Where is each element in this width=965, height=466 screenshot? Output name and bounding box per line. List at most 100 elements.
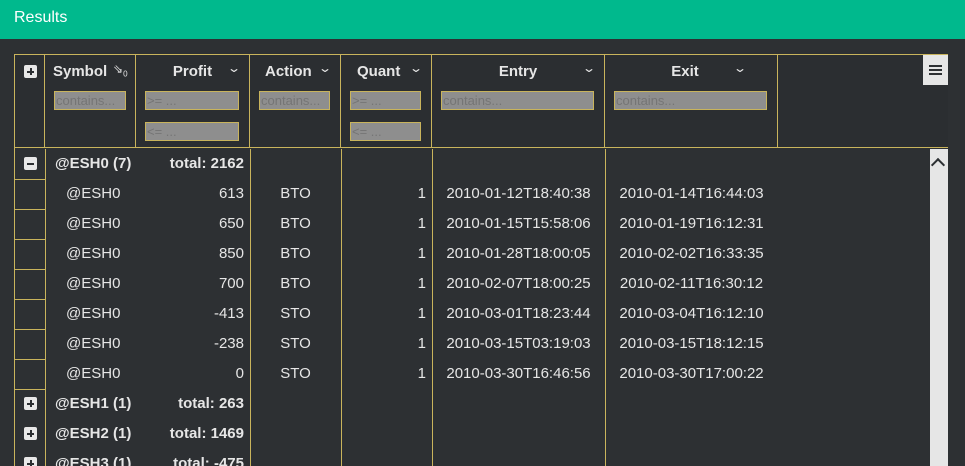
profit-min-filter-input[interactable] — [145, 91, 239, 110]
table-row[interactable]: @ESH0 -413 STO 1 2010-03-01T18:23:44 201… — [15, 299, 778, 329]
column-menu-button[interactable] — [923, 55, 948, 85]
quant-cell: 1 — [417, 215, 426, 232]
quant-min-filter-input[interactable] — [350, 91, 421, 110]
expand-group-icon[interactable] — [24, 397, 37, 410]
column-divider — [605, 149, 606, 466]
chevron-down-icon[interactable]: ⌄ — [409, 61, 423, 75]
action-cell: BTO — [280, 275, 311, 292]
symbol-filter-input[interactable] — [54, 91, 126, 110]
entry-cell: 2010-03-15T03:19:03 — [446, 335, 591, 352]
column-divider — [45, 149, 46, 466]
results-grid: Symbol ⇘0 Profit ⌄ Action ⌄ Quant ⌄ Entr… — [14, 54, 948, 466]
profit-cell: 613 — [218, 185, 244, 202]
column-label-entry[interactable]: Entry — [432, 63, 604, 80]
expand-all-icon[interactable] — [24, 65, 37, 78]
group-total: total: 2162 — [169, 155, 244, 172]
symbol-cell: @ESH0 — [66, 305, 121, 322]
column-header-exit[interactable]: Exit ⌄ — [605, 55, 778, 147]
symbol-cell: @ESH0 — [66, 185, 121, 202]
symbol-cell: @ESH0 — [66, 215, 121, 232]
table-row[interactable]: @ESH0 700 BTO 1 2010-02-07T18:00:25 2010… — [15, 269, 778, 299]
entry-cell: 2010-03-01T18:23:44 — [446, 305, 591, 322]
quant-cell: 1 — [417, 305, 426, 322]
group-row[interactable]: @ESH2 (1) total: 1469 — [15, 419, 778, 449]
collapse-group-icon[interactable] — [24, 157, 37, 170]
entry-cell: 2010-02-07T18:00:25 — [446, 275, 591, 292]
action-filter-input[interactable] — [259, 91, 330, 110]
entry-filter-input[interactable] — [441, 91, 594, 110]
quant-cell: 1 — [417, 245, 426, 262]
action-cell: BTO — [280, 185, 311, 202]
action-cell: STO — [280, 365, 311, 382]
column-divider — [341, 149, 342, 466]
exit-cell: 2010-03-04T16:12:10 — [619, 305, 764, 322]
column-header-profit[interactable]: Profit ⌄ — [136, 55, 250, 147]
group-row[interactable]: @ESH3 (1) total: -475 — [15, 449, 778, 466]
exit-filter-input[interactable] — [614, 91, 767, 110]
exit-cell: 2010-01-14T16:44:03 — [619, 185, 764, 202]
entry-cell: 2010-03-30T16:46:56 — [446, 365, 591, 382]
symbol-cell: @ESH0 — [66, 335, 121, 352]
profit-cell: 650 — [218, 215, 244, 232]
column-header-quant[interactable]: Quant ⌄ — [341, 55, 432, 147]
group-total: total: -475 — [173, 455, 244, 466]
table-row[interactable]: @ESH0 -238 STO 1 2010-03-15T03:19:03 201… — [15, 329, 778, 359]
profit-max-filter-input[interactable] — [145, 122, 239, 141]
exit-cell: 2010-03-15T18:12:15 — [619, 335, 764, 352]
vertical-scrollbar[interactable] — [930, 149, 948, 466]
scroll-up-icon[interactable] — [930, 157, 946, 173]
action-cell: STO — [280, 305, 311, 322]
sort-indicator-icon[interactable]: ⇘0 — [113, 62, 128, 78]
entry-cell: 2010-01-12T18:40:38 — [446, 185, 591, 202]
entry-cell: 2010-01-15T15:58:06 — [446, 215, 591, 232]
profit-cell: 850 — [218, 245, 244, 262]
profit-cell: -413 — [213, 305, 244, 322]
quant-max-filter-input[interactable] — [350, 122, 421, 141]
group-label: @ESH2 (1) — [55, 425, 132, 442]
quant-cell: 1 — [417, 365, 426, 382]
column-divider — [432, 149, 433, 466]
grid-body: @ESH0 (7) total: 2162 @ESH0 613 BTO 1 20… — [15, 149, 948, 466]
chevron-down-icon[interactable]: ⌄ — [318, 61, 332, 75]
table-row[interactable]: @ESH0 613 BTO 1 2010-01-12T18:40:38 2010… — [15, 179, 778, 209]
exit-cell: 2010-02-11T16:30:12 — [619, 275, 764, 292]
group-row[interactable]: @ESH0 (7) total: 2162 — [15, 149, 778, 179]
expand-group-icon[interactable] — [24, 457, 37, 466]
body-filler — [778, 149, 930, 466]
group-total: total: 1469 — [169, 425, 244, 442]
column-divider — [250, 149, 251, 466]
entry-cell: 2010-01-28T18:00:05 — [446, 245, 591, 262]
profit-cell: 0 — [235, 365, 244, 382]
action-cell: STO — [280, 335, 311, 352]
column-header-entry[interactable]: Entry ⌄ — [432, 55, 605, 147]
symbol-cell: @ESH0 — [66, 275, 121, 292]
profit-cell: -238 — [213, 335, 244, 352]
window-title: Results — [14, 9, 68, 26]
quant-cell: 1 — [417, 275, 426, 292]
action-cell: BTO — [280, 245, 311, 262]
column-header-action[interactable]: Action ⌄ — [250, 55, 341, 147]
table-row[interactable]: @ESH0 850 BTO 1 2010-01-28T18:00:05 2010… — [15, 239, 778, 269]
grid-header: Symbol ⇘0 Profit ⌄ Action ⌄ Quant ⌄ Entr… — [15, 55, 948, 148]
symbol-cell: @ESH0 — [66, 245, 121, 262]
chevron-down-icon[interactable]: ⌄ — [582, 61, 596, 75]
chevron-down-icon[interactable]: ⌄ — [733, 61, 747, 75]
chevron-down-icon[interactable]: ⌄ — [227, 61, 241, 75]
exit-cell: 2010-01-19T16:12:31 — [619, 215, 764, 232]
group-label: @ESH1 (1) — [55, 395, 132, 412]
group-total: total: 263 — [178, 395, 244, 412]
column-header-symbol[interactable]: Symbol ⇘0 — [45, 55, 136, 147]
table-row[interactable]: @ESH0 0 STO 1 2010-03-30T16:46:56 2010-0… — [15, 359, 778, 389]
table-row[interactable]: @ESH0 650 BTO 1 2010-01-15T15:58:06 2010… — [15, 209, 778, 239]
quant-cell: 1 — [417, 185, 426, 202]
expand-group-icon[interactable] — [24, 427, 37, 440]
action-cell: BTO — [280, 215, 311, 232]
hamburger-icon[interactable] — [929, 65, 942, 67]
profit-cell: 700 — [218, 275, 244, 292]
group-label: @ESH0 (7) — [55, 155, 132, 172]
expand-all-header[interactable] — [15, 55, 45, 147]
quant-cell: 1 — [417, 335, 426, 352]
exit-cell: 2010-03-30T17:00:22 — [619, 365, 764, 382]
group-label: @ESH3 (1) — [55, 455, 132, 466]
group-row[interactable]: @ESH1 (1) total: 263 — [15, 389, 778, 419]
